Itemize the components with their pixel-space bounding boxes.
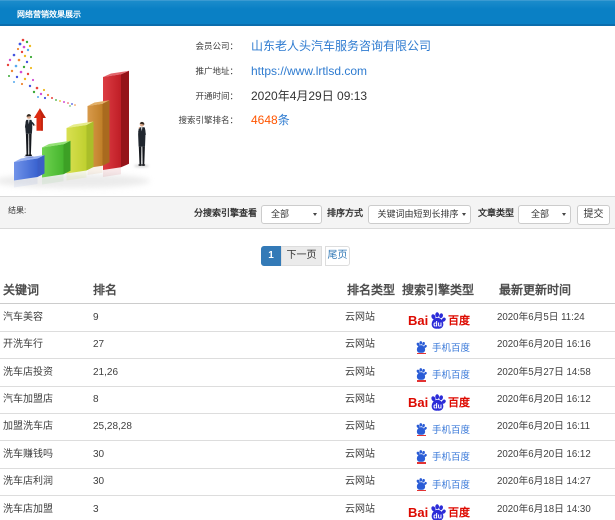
svg-text:du: du xyxy=(433,402,442,410)
svg-text:du: du xyxy=(433,512,442,520)
svg-text:du: du xyxy=(433,320,442,328)
